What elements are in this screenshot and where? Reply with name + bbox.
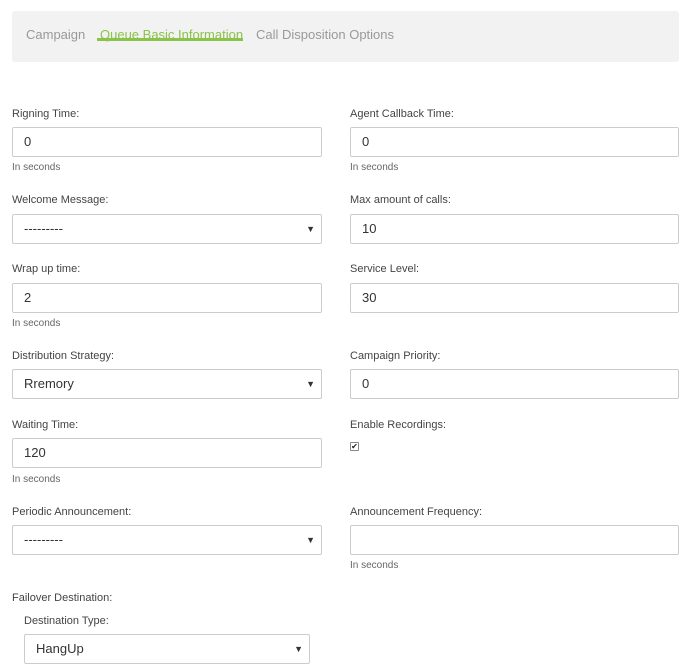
service-level-label: Service Level: [350, 263, 420, 275]
enable-recordings-label: Enable Recordings: [350, 419, 447, 431]
agent-callback-time-help: In seconds [350, 162, 399, 173]
announcement-frequency-input[interactable] [350, 525, 679, 555]
service-level-input[interactable]: 30 [350, 283, 679, 313]
tab-campaign[interactable]: Campaign [26, 27, 85, 43]
failover-destination-label: Failover Destination: [12, 592, 113, 604]
waiting-time-help: In seconds [12, 474, 61, 485]
ringing-time-help: In seconds [12, 162, 61, 173]
campaign-priority-label: Campaign Priority: [350, 350, 441, 362]
chevron-down-icon: ▼ [306, 535, 315, 545]
periodic-announcement-value: --------- [24, 532, 63, 547]
waiting-time-input[interactable]: 120 [12, 438, 322, 468]
welcome-message-value: --------- [24, 221, 63, 236]
welcome-message-select[interactable]: --------- ▼ [12, 214, 322, 244]
chevron-down-icon: ▼ [294, 644, 303, 654]
periodic-announcement-label: Periodic Announcement: [12, 506, 132, 518]
active-tab-indicator [97, 38, 243, 41]
chevron-down-icon: ▼ [306, 224, 315, 234]
max-calls-label: Max amount of calls: [350, 194, 451, 206]
periodic-announcement-select[interactable]: --------- ▼ [12, 525, 322, 555]
ringing-time-input[interactable]: 0 [12, 127, 322, 157]
announcement-frequency-help: In seconds [350, 560, 399, 571]
waiting-time-label: Waiting Time: [12, 419, 79, 431]
enable-recordings-checkbox[interactable]: ✔ [350, 442, 359, 451]
distribution-strategy-label: Distribution Strategy: [12, 350, 115, 362]
destination-type-select[interactable]: HangUp ▼ [24, 634, 310, 664]
campaign-priority-input[interactable]: 0 [350, 369, 679, 399]
agent-callback-time-label: Agent Callback Time: [350, 108, 454, 120]
destination-type-value: HangUp [36, 641, 84, 656]
wrap-up-time-help: In seconds [12, 318, 61, 329]
wrap-up-time-input[interactable]: 2 [12, 283, 322, 313]
wrap-up-time-label: Wrap up time: [12, 263, 81, 275]
tab-call-disposition-options[interactable]: Call Disposition Options [256, 27, 394, 43]
tab-bar: Campaign Queue Basic Information Call Di… [12, 11, 679, 62]
max-calls-input[interactable]: 10 [350, 214, 679, 244]
welcome-message-label: Welcome Message: [12, 194, 109, 206]
chevron-down-icon: ▼ [306, 379, 315, 389]
agent-callback-time-input[interactable]: 0 [350, 127, 679, 157]
checkbox-checked-icon: ✔ [351, 442, 358, 451]
announcement-frequency-label: Announcement Frequency: [350, 506, 483, 518]
destination-type-label: Destination Type: [24, 615, 109, 627]
distribution-strategy-value: Rremory [24, 376, 74, 391]
distribution-strategy-select[interactable]: Rremory ▼ [12, 369, 322, 399]
ringing-time-label: Rigning Time: [12, 108, 80, 120]
